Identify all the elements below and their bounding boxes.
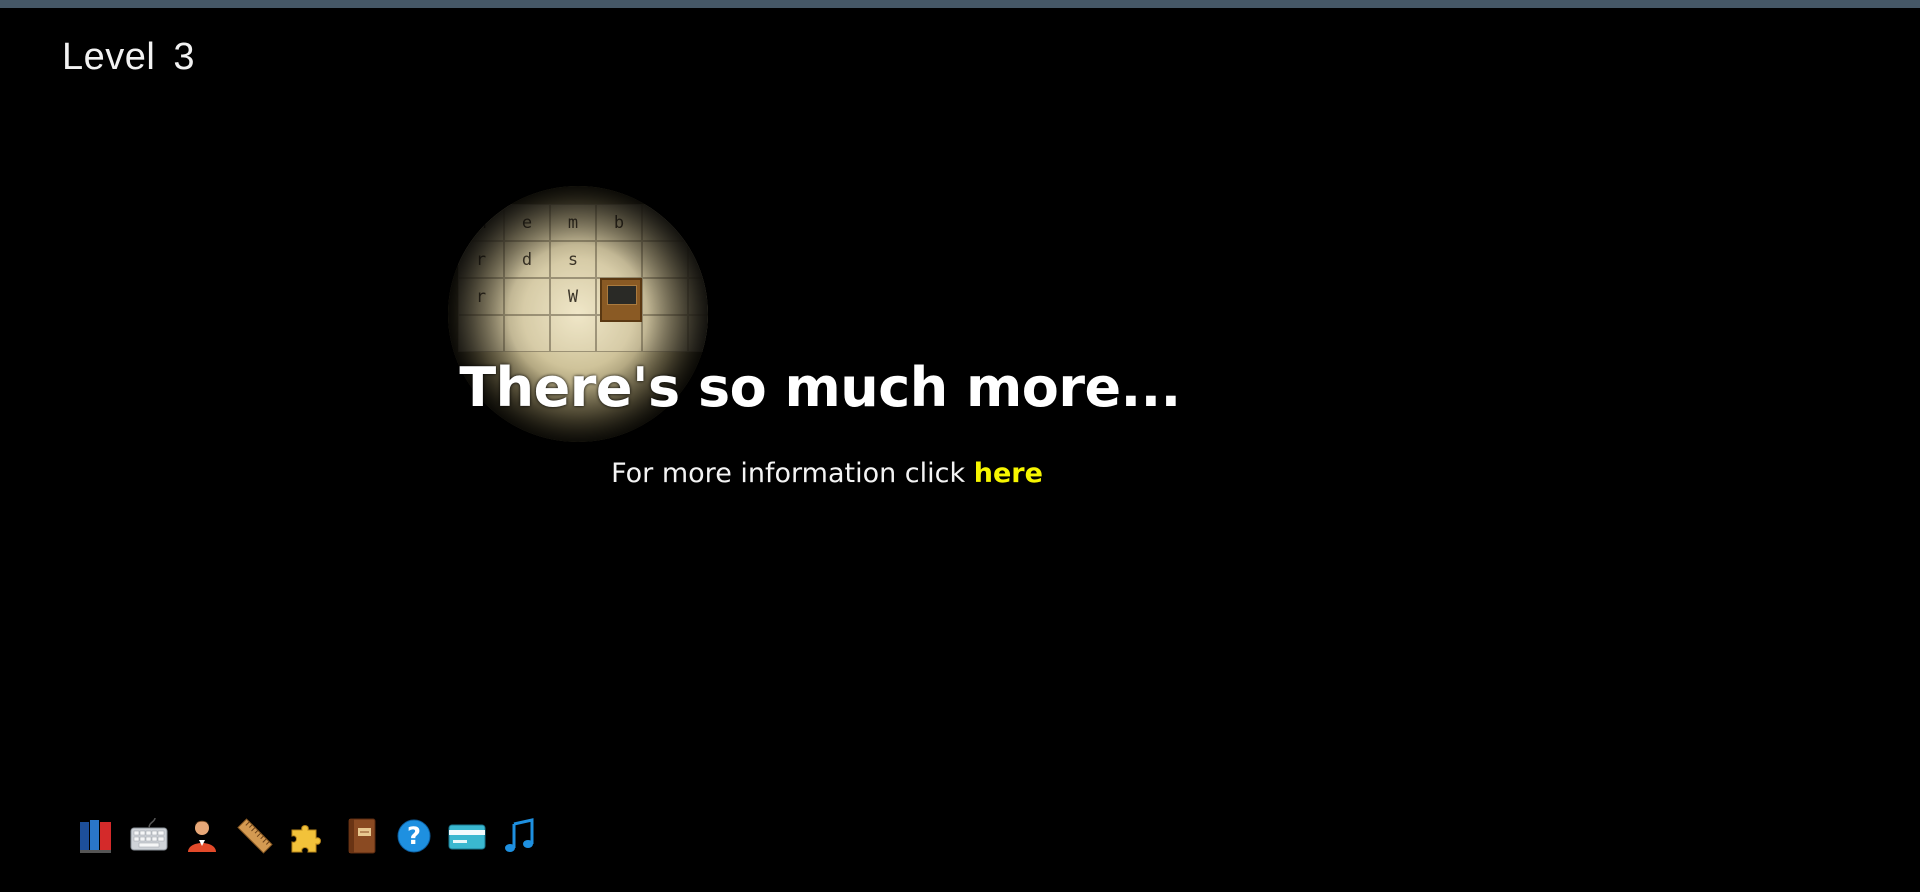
ruler-icon [237,818,273,854]
help-icon: ? [397,819,431,853]
book-button[interactable] [341,816,381,856]
keyboard-icon [130,817,168,851]
info-line: For more information click here [0,458,1654,489]
ruler-button[interactable] [235,816,275,856]
user-icon [188,820,216,852]
books-button[interactable] [76,816,116,856]
more-info-link[interactable]: here [974,458,1043,489]
window-top-bar [0,0,1920,8]
puzzle-button[interactable] [288,816,328,856]
puzzle-icon [291,825,321,853]
info-text: For more information click [611,458,974,489]
card-icon [448,824,486,850]
level-label: Level [62,36,156,78]
user-button[interactable] [182,816,222,856]
headline: There's so much more... [459,356,1181,419]
music-button[interactable] [500,816,540,856]
books-icon [80,820,111,853]
level-indicator: Level 3 [62,36,195,79]
level-number: 3 [173,36,195,78]
svg-text:?: ? [407,822,421,850]
keyboard-button[interactable] [129,816,169,856]
book-icon [348,818,376,854]
bottom-toolbar: ? [76,816,540,856]
card-button[interactable] [447,816,487,856]
grid-cell: e [688,204,708,241]
help-button[interactable]: ? [394,816,434,856]
music-icon [505,818,534,852]
